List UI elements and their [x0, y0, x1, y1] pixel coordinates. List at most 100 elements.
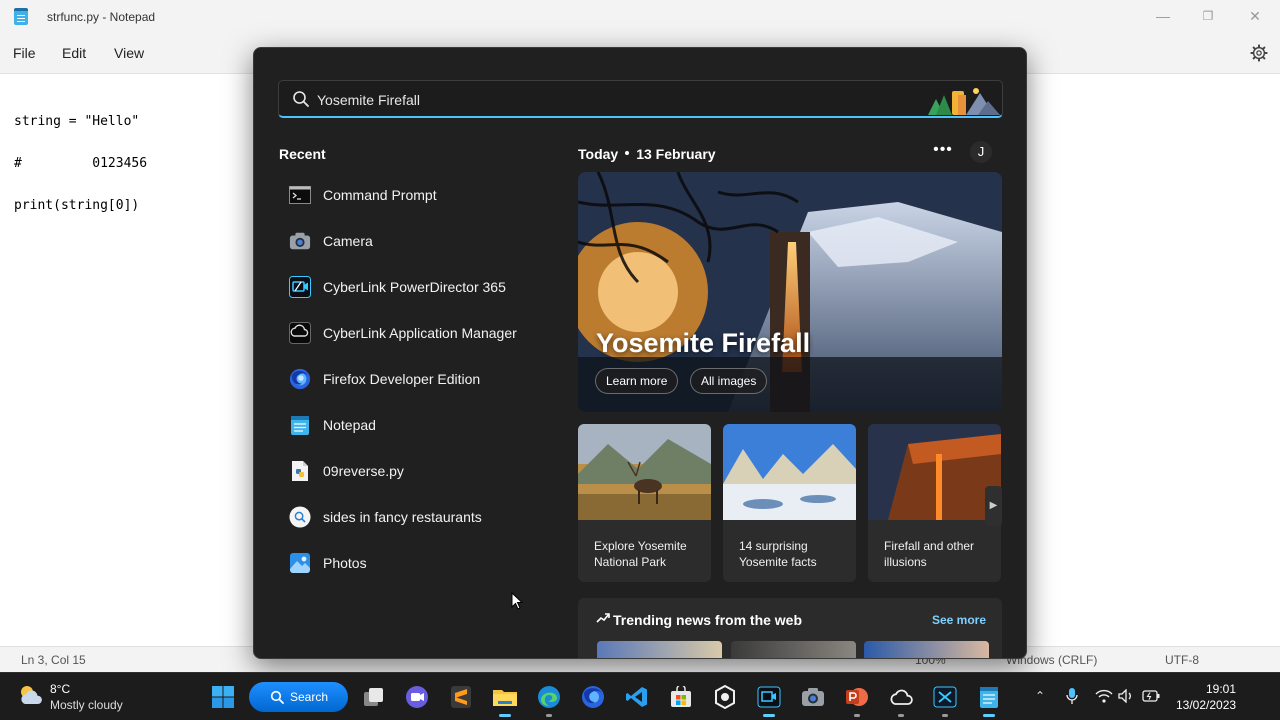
- search-icon: [293, 91, 309, 107]
- vscode-icon[interactable]: [623, 683, 651, 711]
- recent-item-powerdirector[interactable]: CyberLink PowerDirector 365: [280, 264, 550, 310]
- notepad-taskbar-icon[interactable]: [975, 683, 1003, 717]
- news-thumbnail[interactable]: [597, 641, 722, 658]
- recent-item-command-prompt[interactable]: Command Prompt: [280, 172, 550, 218]
- recent-item-photos[interactable]: Photos: [280, 540, 550, 586]
- cyberlink-cloud-icon[interactable]: [887, 683, 915, 717]
- card-image-firefall: [868, 424, 1001, 520]
- recent-item-label: Notepad: [323, 417, 376, 433]
- topic-card[interactable]: 14 surprising Yosemite facts: [723, 424, 856, 582]
- topic-card[interactable]: Explore Yosemite National Park: [578, 424, 711, 582]
- notepad-app-icon: [14, 8, 28, 25]
- taskbar: 8°C Mostly cloudy Search ⌃ 19:01 13/02/2…: [0, 672, 1280, 720]
- code-line: # 0123456: [14, 156, 148, 171]
- sublime-text-icon[interactable]: [447, 683, 475, 711]
- recent-item-camera[interactable]: Camera: [280, 218, 550, 264]
- mouse-cursor-icon: [511, 592, 523, 610]
- taskbar-search-button[interactable]: Search: [249, 682, 348, 712]
- volume-icon[interactable]: [1117, 687, 1135, 705]
- command-prompt-icon: [289, 184, 311, 206]
- recent-item-python-file[interactable]: 09reverse.py: [280, 448, 550, 494]
- powerpoint-icon[interactable]: [843, 683, 871, 717]
- notepad-titlebar: strfunc.py - Notepad — ❐ ✕: [0, 0, 1280, 33]
- today-header: Today 13 February: [578, 146, 716, 162]
- encoding: UTF-8: [1165, 653, 1199, 667]
- scroll-right-button[interactable]: ▶: [985, 486, 1002, 526]
- microphone-icon[interactable]: [1063, 687, 1081, 705]
- search-input[interactable]: Yosemite Firefall: [317, 92, 420, 108]
- topic-cards: Explore Yosemite National Park 14 surpri…: [578, 424, 1002, 582]
- recent-item-label: Camera: [323, 233, 373, 249]
- menu-edit[interactable]: Edit: [62, 45, 86, 61]
- wifi-icon[interactable]: [1095, 687, 1113, 705]
- weather-temperature[interactable]: 8°C: [50, 682, 70, 696]
- battery-icon[interactable]: [1142, 687, 1160, 705]
- news-thumbnail[interactable]: [864, 641, 989, 658]
- topic-card[interactable]: Firefall and other illusions: [868, 424, 1001, 582]
- running-indicator: [983, 714, 995, 717]
- microsoft-store-icon[interactable]: [667, 683, 695, 711]
- restore-button[interactable]: ❐: [1185, 4, 1231, 28]
- see-more-link[interactable]: See more: [932, 613, 986, 627]
- menu-file[interactable]: File: [13, 45, 36, 61]
- today-date: 13 February: [636, 146, 716, 162]
- recent-list: Command Prompt Camera CyberLink PowerDir…: [280, 172, 550, 586]
- recent-item-label: 09reverse.py: [323, 463, 404, 479]
- camera-taskbar-icon[interactable]: [799, 683, 827, 711]
- windows-start-icon[interactable]: [211, 685, 235, 709]
- recent-item-label: sides in fancy restaurants: [323, 509, 482, 525]
- card-label: Explore Yosemite National Park: [594, 539, 687, 569]
- edge-icon[interactable]: [535, 683, 563, 717]
- weather-description[interactable]: Mostly cloudy: [50, 698, 123, 712]
- running-indicator: [763, 714, 775, 717]
- firefox-dev-icon[interactable]: [579, 683, 607, 711]
- all-images-button[interactable]: All images: [690, 368, 768, 394]
- firefox-icon: [289, 368, 311, 390]
- close-button[interactable]: ✕: [1232, 4, 1278, 28]
- recent-heading: Recent: [279, 146, 326, 162]
- powerdirector-icon: [289, 276, 311, 298]
- recent-item-cyberlink-manager[interactable]: CyberLink Application Manager: [280, 310, 550, 356]
- avatar[interactable]: J: [970, 141, 992, 163]
- learn-more-button[interactable]: Learn more: [595, 368, 679, 394]
- card-image-valley: [723, 424, 856, 520]
- snipping-tool-icon[interactable]: [931, 683, 959, 717]
- clock-time[interactable]: 19:01: [1206, 682, 1236, 696]
- search-box[interactable]: Yosemite Firefall: [278, 80, 1003, 118]
- recent-item-label: Photos: [323, 555, 367, 571]
- recent-item-label: Command Prompt: [323, 187, 437, 203]
- separator-dot: [625, 151, 630, 156]
- camera-icon: [289, 230, 311, 252]
- running-indicator: [942, 714, 948, 717]
- photos-icon: [289, 552, 311, 574]
- web-search-icon: [289, 506, 311, 528]
- search-highlight-doodle-icon: [928, 88, 1000, 115]
- recent-item-web-search[interactable]: sides in fancy restaurants: [280, 494, 550, 540]
- partly-cloudy-icon: [21, 686, 42, 704]
- hero-card[interactable]: Yosemite Firefall Learn more All images: [578, 172, 1002, 412]
- taskbar-search-label: Search: [290, 690, 329, 704]
- chevron-up-icon[interactable]: ⌃: [1031, 687, 1049, 705]
- recent-item-label: CyberLink PowerDirector 365: [323, 279, 506, 295]
- menu-view[interactable]: View: [114, 45, 144, 61]
- gear-icon[interactable]: [1250, 44, 1268, 62]
- clock-date[interactable]: 13/02/2023: [1176, 698, 1236, 712]
- running-indicator: [499, 714, 511, 717]
- recent-item-notepad[interactable]: Notepad: [280, 402, 550, 448]
- more-options-button[interactable]: •••: [932, 141, 954, 163]
- teams-chat-icon[interactable]: [403, 683, 431, 711]
- minimize-button[interactable]: —: [1140, 4, 1186, 28]
- card-label: 14 surprising Yosemite facts: [739, 539, 817, 569]
- file-explorer-icon[interactable]: [491, 683, 519, 717]
- code-content[interactable]: string = "Hello" # 0123456 print(string[…: [14, 87, 147, 241]
- trending-arrow-icon: [596, 613, 610, 623]
- news-thumbnail[interactable]: [731, 641, 856, 658]
- running-indicator: [546, 714, 552, 717]
- task-view-icon[interactable]: [360, 683, 388, 711]
- github-desktop-icon[interactable]: [711, 683, 739, 711]
- powerdirector-taskbar-icon[interactable]: [755, 683, 783, 717]
- recent-item-firefox-dev[interactable]: Firefox Developer Edition: [280, 356, 550, 402]
- recent-item-label: Firefox Developer Edition: [323, 371, 481, 387]
- code-line: string = "Hello": [14, 114, 140, 129]
- card-label: Firefall and other illusions: [884, 539, 975, 569]
